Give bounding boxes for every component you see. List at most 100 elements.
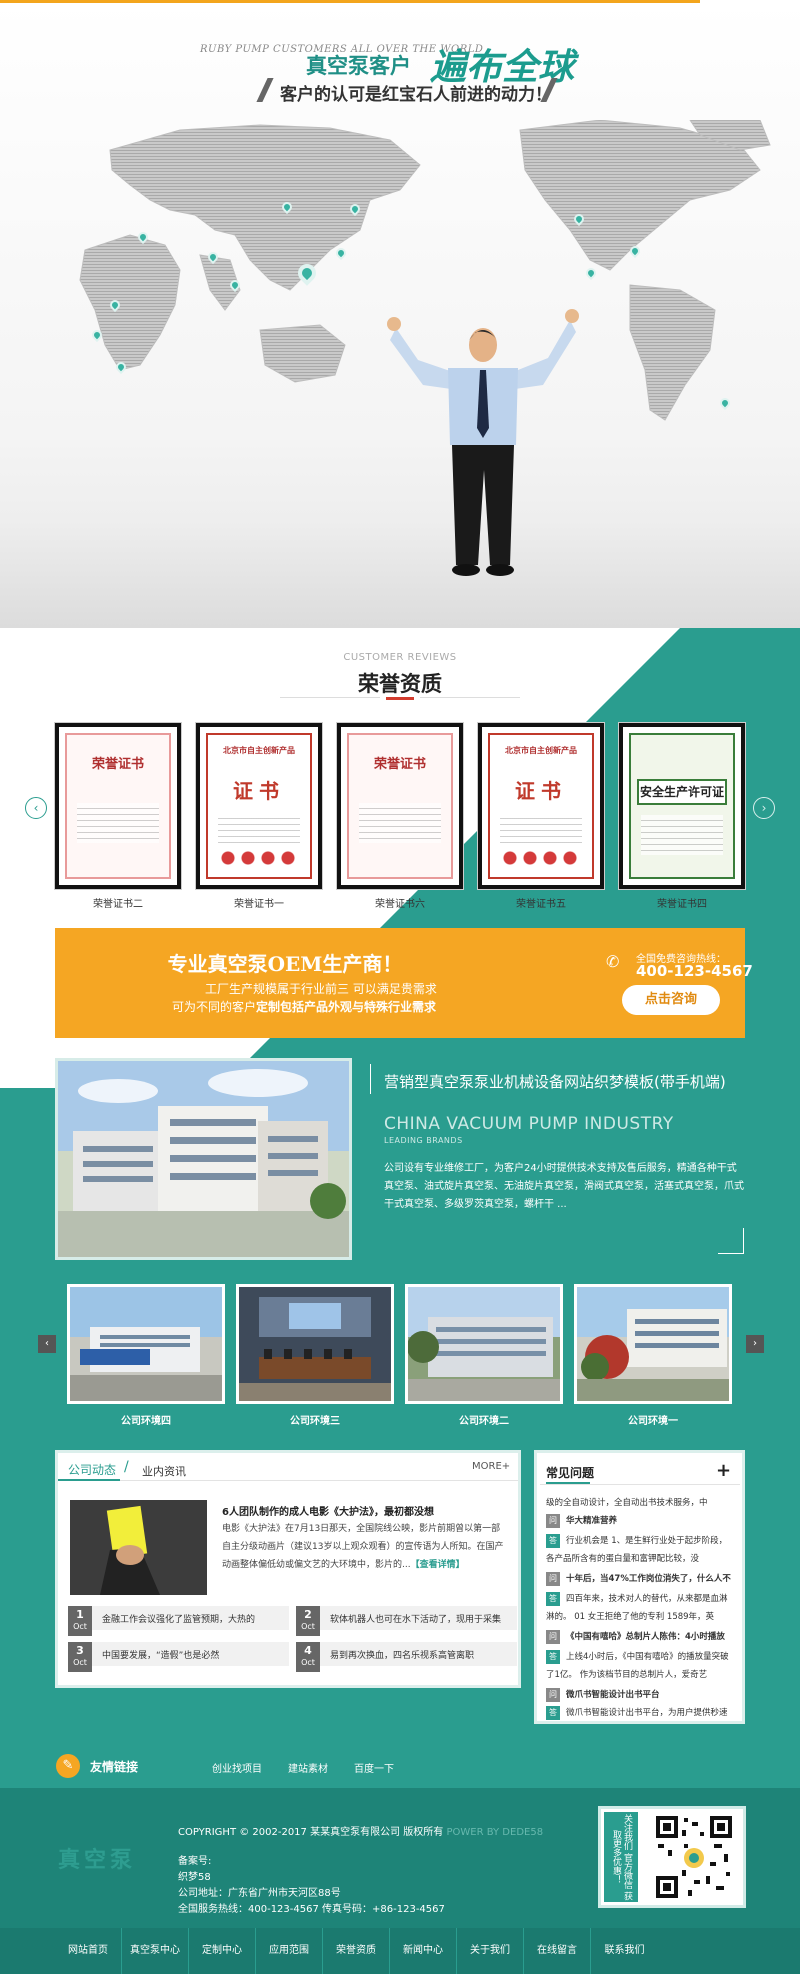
- environment-illustration: [408, 1287, 560, 1401]
- news-list-item[interactable]: 1 Oct 金融工作会议强化了监管预期，大热的: [68, 1606, 289, 1636]
- certificate-card[interactable]: 北京市自主创新产品 证书: [478, 723, 604, 889]
- hotline-number: 400-123-4567: [636, 962, 753, 980]
- news-title[interactable]: 金融工作会议强化了监管预期，大热的: [102, 1612, 286, 1625]
- faq-text: 行业机会是 1、是生鲜行业处于起步阶段，: [566, 1536, 728, 1546]
- carousel-next-button[interactable]: ›: [753, 797, 775, 819]
- tab-company-news[interactable]: 公司动态: [68, 1461, 116, 1478]
- faq-text: 四百年来，技术对人的替代，从来都是血淋: [566, 1594, 728, 1604]
- power-by-link[interactable]: POWER BY DEDE58: [446, 1827, 543, 1838]
- company-building-image[interactable]: [55, 1058, 352, 1260]
- nav-item-contact[interactable]: 联系我们: [591, 1928, 658, 1974]
- honors-subtitle: CUSTOMER REVIEWS: [343, 652, 457, 663]
- certificate-label[interactable]: 荣誉证书四: [619, 895, 745, 910]
- environment-label[interactable]: 公司环境四: [67, 1412, 225, 1427]
- faq-answer-cont: 各产品所含有的蛋白量和富钾配比较，没: [546, 1550, 736, 1568]
- faq-question[interactable]: 十年后，当47%工作岗位消失了，什么人不: [546, 1570, 736, 1588]
- certificate-card[interactable]: 安全生产许可证: [619, 723, 745, 889]
- environment-label[interactable]: 公司环境三: [236, 1412, 394, 1427]
- faq-more-button[interactable]: +: [716, 1460, 731, 1481]
- nav-item-about[interactable]: 关于我们: [457, 1928, 524, 1974]
- friend-links-title: 友情链接: [90, 1760, 139, 1774]
- friend-link[interactable]: 创业找项目: [212, 1760, 262, 1775]
- faq-title: 常见问题: [546, 1466, 595, 1480]
- hero-title-a: 真空泵客户: [306, 53, 411, 78]
- env-next-button[interactable]: ›: [746, 1335, 764, 1353]
- about-english-subtitle: LEADING BRANDS: [384, 1136, 463, 1145]
- certificate-heading: 北京市自主创新产品: [505, 746, 577, 755]
- nav-item-honors[interactable]: 荣誉资质: [323, 1928, 390, 1974]
- faq-text: 华大精准营养: [566, 1516, 618, 1526]
- faq-row[interactable]: 级的全自动设计，全自动出书技术服务，中: [546, 1494, 736, 1512]
- certificate-label[interactable]: 荣誉证书五: [478, 895, 604, 910]
- certificate-text-lines: [77, 803, 159, 843]
- carousel-prev-button[interactable]: ‹: [25, 797, 47, 819]
- environment-label[interactable]: 公司环境一: [574, 1412, 732, 1427]
- environment-photo[interactable]: [67, 1284, 225, 1404]
- certificate-label[interactable]: 荣誉证书一: [196, 895, 322, 910]
- nav-item-products[interactable]: 真空泵中心: [122, 1928, 189, 1974]
- title-underline: [386, 697, 414, 700]
- nav-item-news[interactable]: 新闻中心: [390, 1928, 457, 1974]
- news-details-link[interactable]: 【查看详情】: [411, 1560, 465, 1570]
- consult-button[interactable]: 点击咨询: [622, 985, 720, 1015]
- copyright-text: COPYRIGHT © 2002-2017 某某真空泵有限公司 版权所有: [178, 1827, 444, 1838]
- certificate-text-lines: [641, 815, 723, 855]
- certificate-label[interactable]: 荣誉证书二: [55, 895, 181, 910]
- news-more-link[interactable]: MORE+: [472, 1461, 510, 1472]
- certificate-card[interactable]: 荣誉证书: [55, 723, 181, 889]
- news-featured-title[interactable]: 6人团队制作的成人电影《大护法》，最初都没想: [222, 1503, 434, 1518]
- news-featured-image[interactable]: [70, 1500, 207, 1595]
- environment-illustration: [577, 1287, 729, 1401]
- news-title[interactable]: 中国要发展，“造假”也是必然: [102, 1648, 286, 1661]
- nav-item-custom[interactable]: 定制中心: [189, 1928, 256, 1974]
- oem-title: 专业真空泵OEM生产商！: [167, 952, 403, 976]
- icp-label: 备案号:: [178, 1856, 212, 1867]
- news-title[interactable]: 易到再次换血，四名乐视系高管离职: [330, 1648, 514, 1661]
- faq-question[interactable]: 《中国有嘻哈》总制片人陈伟：4小时播放: [546, 1628, 736, 1646]
- environment-label[interactable]: 公司环境二: [405, 1412, 563, 1427]
- oem-line2: 可为不同的客户定制包括产品外观与特殊行业需求: [172, 998, 436, 1015]
- tab-industry-news[interactable]: 业内资讯: [142, 1463, 186, 1479]
- news-featured-body: 电影《大护法》在7月13日那天，全国院线公映，影片前期曾以第一部自主分级动画片（…: [222, 1520, 508, 1574]
- referee-card-illustration: [70, 1500, 207, 1595]
- about-accent-line: [370, 1064, 371, 1094]
- certificate-card[interactable]: 北京市自主创新产品 证书: [196, 723, 322, 889]
- about-english-title: CHINA VACUUM PUMP INDUSTRY: [384, 1114, 674, 1134]
- environment-photo[interactable]: [236, 1284, 394, 1404]
- icp-number[interactable]: 织梦58: [178, 1868, 211, 1883]
- friend-link[interactable]: 百度一下: [354, 1760, 394, 1775]
- certificate-heading: 北京市自主创新产品: [223, 746, 295, 755]
- env-prev-button[interactable]: ‹: [38, 1335, 56, 1353]
- nav-item-message[interactable]: 在线留言: [524, 1928, 591, 1974]
- news-day: 1: [76, 1608, 84, 1621]
- faq-answer: 上线4小时后，《中国有嘻哈》的播放量突破: [546, 1648, 736, 1666]
- news-date-badge: 4 Oct: [296, 1642, 320, 1672]
- faq-answer: 四百年来，技术对人的替代，从来都是血淋: [546, 1590, 736, 1608]
- faq-question[interactable]: 华大精准营养: [546, 1512, 736, 1530]
- continent-africa: [79, 234, 181, 371]
- faq-text: 十年后，当47%工作岗位消失了，什么人不: [566, 1574, 731, 1584]
- certificate-card[interactable]: 荣誉证书: [337, 723, 463, 889]
- faq-question[interactable]: 微爪书智能设计出书平台: [546, 1686, 736, 1704]
- footer-phones: 全国服务热线：400-123-4567 传真号码：+86-123-4567: [178, 1904, 445, 1915]
- news-list-item[interactable]: 2 Oct 软体机器人也可在水下活动了，现用于采集: [296, 1606, 517, 1636]
- environment-photo[interactable]: [405, 1284, 563, 1404]
- phone-icon: ✆: [606, 952, 620, 971]
- faq-text: 微爪书智能设计出书平台，为用户提供秒速: [566, 1708, 728, 1718]
- faq-text: 各产品所含有的蛋白量和富钾配比较，没: [546, 1554, 700, 1564]
- faq-text: 了1亿。 作为该档节目的总制片人，爱奇艺: [546, 1670, 708, 1680]
- about-title[interactable]: 营销型真空泵泵业机械设备网站织梦模板(带手机端): [384, 1072, 744, 1092]
- environment-illustration: [239, 1287, 391, 1401]
- certificate-seals: [218, 849, 300, 867]
- environment-photo[interactable]: [574, 1284, 732, 1404]
- certificate-label[interactable]: 荣誉证书六: [337, 895, 463, 910]
- nav-item-applications[interactable]: 应用范围: [256, 1928, 323, 1974]
- news-list-item[interactable]: 4 Oct 易到再次换血，四名乐视系高管离职: [296, 1642, 517, 1672]
- nav-item-home[interactable]: 网站首页: [55, 1928, 122, 1974]
- friend-link[interactable]: 建站素材: [288, 1760, 328, 1775]
- news-title[interactable]: 软体机器人也可在水下活动了，现用于采集: [330, 1612, 514, 1625]
- news-list-item[interactable]: 3 Oct 中国要发展，“造假”也是必然: [68, 1642, 289, 1672]
- copyright: COPYRIGHT © 2002-2017 某某真空泵有限公司 版权所有 POW…: [178, 1823, 543, 1838]
- news-day: 4: [304, 1644, 312, 1657]
- news-active-tab-underline: [58, 1479, 120, 1481]
